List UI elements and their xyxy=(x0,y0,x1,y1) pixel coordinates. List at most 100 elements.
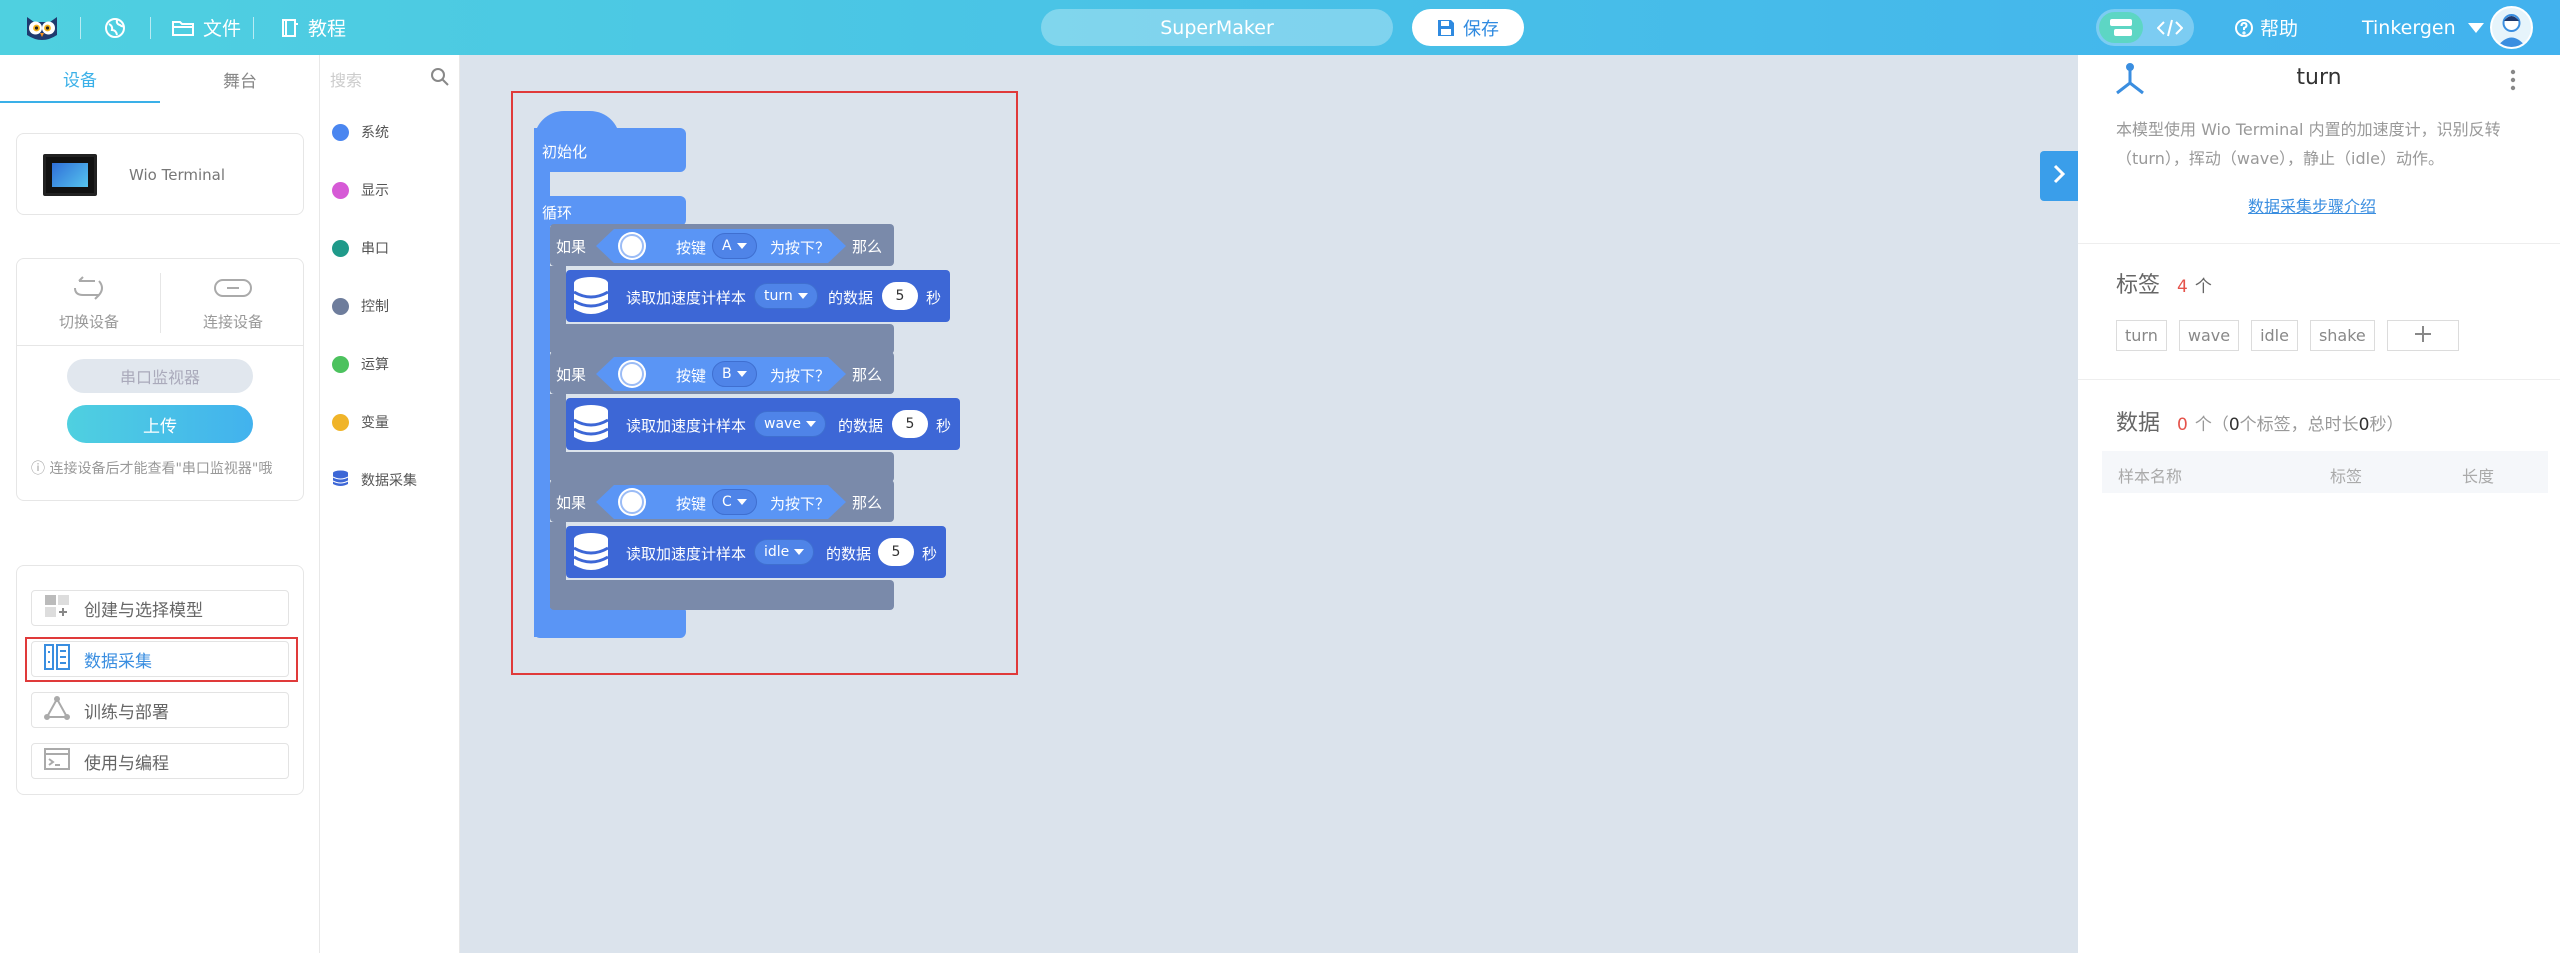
seconds-label: 秒 xyxy=(926,289,942,307)
project-name-input[interactable]: SuperMaker xyxy=(1041,9,1393,46)
key-pressed-condition-a[interactable]: 按键 A 为按下？ xyxy=(596,229,846,263)
seconds-input[interactable]: 5 xyxy=(882,282,918,310)
step-label: 训练与部署 xyxy=(84,702,169,723)
connect-device-button[interactable]: 连接设备 xyxy=(161,269,305,337)
key-dropdown-b[interactable]: B xyxy=(712,361,757,387)
read-label: 读取加速度计样本 xyxy=(626,545,747,563)
sample-dropdown[interactable]: turn xyxy=(754,283,818,309)
key-pressed-condition-c[interactable]: 按键 C 为按下？ xyxy=(596,485,846,519)
category-display[interactable]: 显示 xyxy=(332,178,389,202)
block-mode-icon[interactable] xyxy=(2099,12,2143,43)
pressed-label: 为按下？ xyxy=(770,495,831,513)
tab-stage[interactable]: 舞台 xyxy=(160,55,320,103)
loop-stem xyxy=(534,222,550,637)
tag-chip[interactable]: idle xyxy=(2251,320,2298,351)
step-create-model[interactable]: 创建与选择模型 xyxy=(31,590,289,626)
condition-toggle[interactable] xyxy=(618,232,646,260)
data-tag-text: 个标签，总时长 xyxy=(2239,415,2359,435)
key-value: C xyxy=(722,494,732,510)
data-title: 数据 xyxy=(2116,411,2161,436)
category-system[interactable]: 系统 xyxy=(332,120,389,144)
tag-chip[interactable]: shake xyxy=(2309,320,2375,351)
data-tag-count: 0 xyxy=(2228,415,2240,435)
key-dropdown-a[interactable]: A xyxy=(712,233,757,259)
user-menu[interactable]: Tinkergen xyxy=(2362,0,2484,55)
read-accel-block-idle[interactable]: 读取加速度计样本 idle 的数据 5 秒 xyxy=(566,526,946,578)
step-use-program[interactable]: 使用与编程 xyxy=(31,743,289,779)
tags-unit: 个 xyxy=(2194,277,2212,297)
block-palette: 搜索 系统 显示 串口 控制 运算 变量 数据采集 xyxy=(320,55,460,953)
category-variables[interactable]: 变量 xyxy=(332,410,389,434)
tags-count: 4 xyxy=(2177,277,2188,297)
caret-down-icon xyxy=(797,293,808,299)
chevron-right-icon xyxy=(2052,163,2066,189)
owl-logo-icon[interactable] xyxy=(24,0,60,55)
code-mode-icon[interactable] xyxy=(2148,12,2192,43)
category-dot xyxy=(332,297,349,315)
link-icon xyxy=(213,275,253,305)
sample-dropdown[interactable]: wave xyxy=(754,411,826,437)
language-globe-icon[interactable] xyxy=(104,0,126,55)
upload-button[interactable]: 上传 xyxy=(67,405,253,443)
column-sample-name[interactable]: 样本名称 xyxy=(2118,463,2182,487)
more-vertical-icon[interactable] xyxy=(2510,69,2516,95)
init-block[interactable]: 初始化 xyxy=(534,128,686,172)
tab-device[interactable]: 设备 xyxy=(0,55,160,103)
tag-chip[interactable]: turn xyxy=(2116,320,2167,351)
add-tag-button[interactable] xyxy=(2386,320,2459,351)
read-accel-block-turn[interactable]: 读取加速度计样本 turn 的数据 5 秒 xyxy=(566,270,950,322)
search-icon[interactable] xyxy=(430,67,450,91)
step-train-deploy[interactable]: 训练与部署 xyxy=(31,692,289,728)
category-serial[interactable]: 串口 xyxy=(332,236,389,260)
file-menu[interactable]: 文件 xyxy=(172,0,241,55)
sample-dropdown[interactable]: idle xyxy=(754,539,815,565)
category-data-collection[interactable]: 数据采集 xyxy=(332,468,417,492)
tag-list: turn wave idle shake xyxy=(2116,320,2459,351)
expand-panel-button[interactable] xyxy=(2040,151,2078,201)
loop-block[interactable]: 循环 xyxy=(534,196,686,226)
column-length[interactable]: 长度 xyxy=(2462,463,2494,487)
device-card[interactable]: Wio Terminal xyxy=(16,133,304,215)
category-label: 显示 xyxy=(361,183,389,199)
network-icon xyxy=(44,695,70,725)
tag-chip[interactable]: wave xyxy=(2178,320,2240,351)
condition-toggle[interactable] xyxy=(618,360,646,388)
data-count: 0 xyxy=(2177,415,2188,435)
data-collection-guide-link[interactable]: 数据采集步骤介绍 xyxy=(2248,193,2376,217)
if-end xyxy=(550,324,894,354)
read-accel-block-wave[interactable]: 读取加速度计样本 wave 的数据 5 秒 xyxy=(566,398,960,450)
serial-monitor-button[interactable]: 串口监视器 xyxy=(67,359,253,393)
folder-icon xyxy=(172,19,194,37)
grid-model-icon xyxy=(44,594,70,623)
read-label: 读取加速度计样本 xyxy=(626,289,747,307)
data-mid-text: 个（ xyxy=(2194,415,2229,435)
condition-toggle[interactable] xyxy=(618,488,646,516)
category-label: 控制 xyxy=(361,299,389,315)
help-label: 帮助 xyxy=(2260,18,2299,40)
model-description: 本模型使用 Wio Terminal 内置的加速度计，识别反转（turn），挥动… xyxy=(2116,120,2501,168)
key-dropdown-c[interactable]: C xyxy=(712,489,757,515)
category-label: 数据采集 xyxy=(361,473,417,489)
data-of-label: 的数据 xyxy=(828,289,874,307)
loop-label: 循环 xyxy=(542,204,573,222)
help-button[interactable]: 帮助 xyxy=(2234,0,2298,55)
data-of-label: 的数据 xyxy=(838,417,884,435)
key-pressed-condition-b[interactable]: 按键 B 为按下？ xyxy=(596,357,846,391)
init-stem xyxy=(534,172,550,196)
caret-down-icon xyxy=(737,499,747,505)
category-control[interactable]: 控制 xyxy=(332,294,389,318)
database-icon xyxy=(570,275,612,317)
palette-search-input[interactable]: 搜索 xyxy=(330,67,362,91)
seconds-input[interactable]: 5 xyxy=(878,538,914,566)
seconds-input[interactable]: 5 xyxy=(892,410,928,438)
tags-header: 标签 4 个 xyxy=(2116,267,2212,299)
user-avatar[interactable] xyxy=(2490,6,2533,49)
sample-value: wave xyxy=(764,416,801,432)
question-circle-icon xyxy=(2234,18,2254,38)
editor-mode-toggle[interactable] xyxy=(2096,9,2194,46)
save-button[interactable]: 保存 xyxy=(1412,9,1524,46)
column-tag[interactable]: 标签 xyxy=(2330,463,2362,487)
switch-device-button[interactable]: 切换设备 xyxy=(17,269,161,337)
category-operators[interactable]: 运算 xyxy=(332,352,389,376)
tutorial-menu[interactable]: 教程 xyxy=(281,0,346,55)
